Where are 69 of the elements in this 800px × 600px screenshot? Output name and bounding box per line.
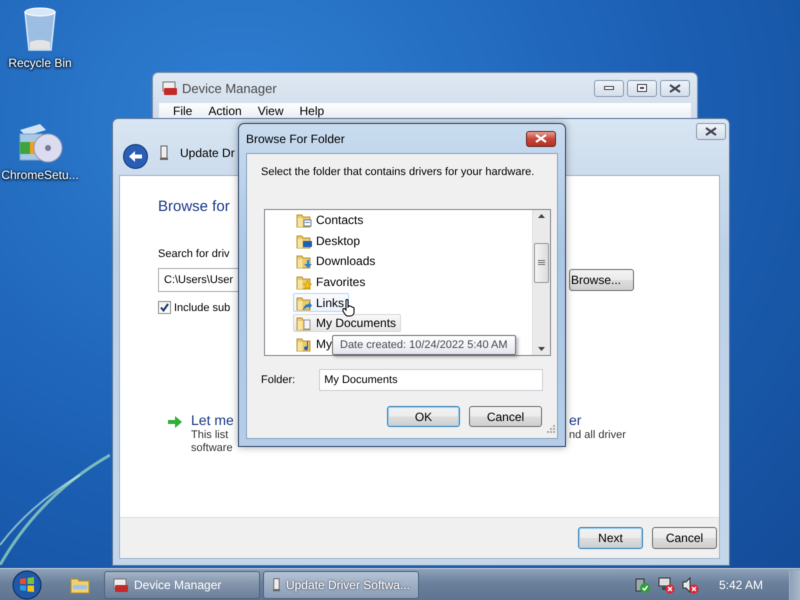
device-icon	[272, 576, 281, 592]
close-button[interactable]	[696, 123, 726, 140]
toolbox-icon	[113, 576, 129, 592]
cancel-button[interactable]: Cancel	[469, 406, 542, 427]
start-button-icon[interactable]	[11, 570, 43, 600]
page-heading: Browse for	[158, 198, 231, 215]
dialog-title: Browse For Folder	[246, 132, 345, 146]
menu-item[interactable]: View	[250, 104, 292, 118]
folder-icon	[296, 212, 312, 228]
folder-item[interactable]: Downloads	[293, 252, 380, 271]
folder-field[interactable]: My Documents	[319, 369, 543, 391]
power-check-icon[interactable]	[632, 576, 651, 594]
option-description: nd all driver	[569, 429, 626, 441]
menu-item[interactable]: Action	[200, 104, 250, 118]
recycle-bin-icon[interactable]	[21, 6, 59, 52]
menu-item[interactable]: Help	[292, 104, 332, 118]
scroll-up-icon[interactable]	[538, 214, 545, 218]
resize-grip-icon[interactable]	[546, 424, 555, 433]
toolbox-icon	[162, 80, 178, 96]
close-icon	[705, 127, 717, 136]
maximize-icon	[637, 84, 647, 92]
folder-item[interactable]: Links	[293, 293, 350, 312]
field-label: Folder:	[261, 374, 296, 386]
back-button-icon[interactable]	[123, 144, 148, 169]
cancel-button[interactable]: Cancel	[652, 527, 717, 549]
option-link[interactable]: er	[569, 412, 582, 428]
minimize-button[interactable]	[594, 80, 624, 96]
window-title: Update Dr	[180, 146, 235, 160]
option-description: software	[191, 442, 233, 454]
field-label: Search for driv	[158, 248, 231, 260]
close-icon	[669, 84, 681, 92]
menu-item[interactable]: File	[165, 104, 200, 118]
folder-icon	[296, 232, 312, 249]
folder-icon	[296, 253, 312, 270]
network-error-icon[interactable]	[656, 576, 675, 594]
window-title: Device Manager	[182, 80, 278, 96]
folder-item[interactable]: Favorites	[293, 272, 370, 292]
desktop-icon-label[interactable]: ChromeSetu...	[1, 168, 79, 182]
option-description: This list	[191, 429, 228, 441]
next-button[interactable]: Next	[578, 527, 643, 549]
folder-item[interactable]: Contacts	[293, 211, 368, 230]
minimize-icon	[604, 86, 614, 90]
folder-icon	[296, 294, 312, 311]
arrow-icon[interactable]	[167, 415, 183, 429]
option-link[interactable]: Let me	[191, 412, 234, 428]
tooltip: Date created: 10/24/2022 5:40 AM	[332, 335, 516, 355]
grip-icon[interactable]	[538, 260, 545, 266]
folder-icon[interactable]	[70, 576, 90, 594]
folder-icon	[296, 274, 312, 290]
maximize-button[interactable]	[627, 80, 657, 96]
scroll-down-icon[interactable]	[538, 347, 545, 351]
folder-icon	[296, 315, 312, 332]
close-icon	[535, 134, 547, 143]
hand-cursor-icon	[342, 299, 355, 317]
close-button[interactable]	[526, 130, 556, 146]
speaker-muted-icon[interactable]	[680, 576, 699, 594]
desktop-icon-label[interactable]: Recycle Bin	[8, 56, 72, 70]
checkbox[interactable]	[158, 301, 171, 314]
device-icon	[160, 145, 168, 161]
folder-item[interactable]: My Documents	[293, 314, 402, 332]
instruction-text: Select the folder that contains drivers for your hardware.	[261, 166, 536, 178]
clock[interactable]: 5:42 AM	[718, 578, 763, 592]
folder-icon	[296, 336, 312, 352]
checkbox-label: Include sub	[174, 302, 230, 314]
ok-button[interactable]: OK	[387, 406, 460, 427]
folder-item[interactable]: Desktop	[293, 232, 366, 250]
close-button[interactable]	[660, 80, 690, 96]
browse-button[interactable]: Browse...	[569, 269, 634, 291]
scrollbar[interactable]	[532, 210, 550, 355]
